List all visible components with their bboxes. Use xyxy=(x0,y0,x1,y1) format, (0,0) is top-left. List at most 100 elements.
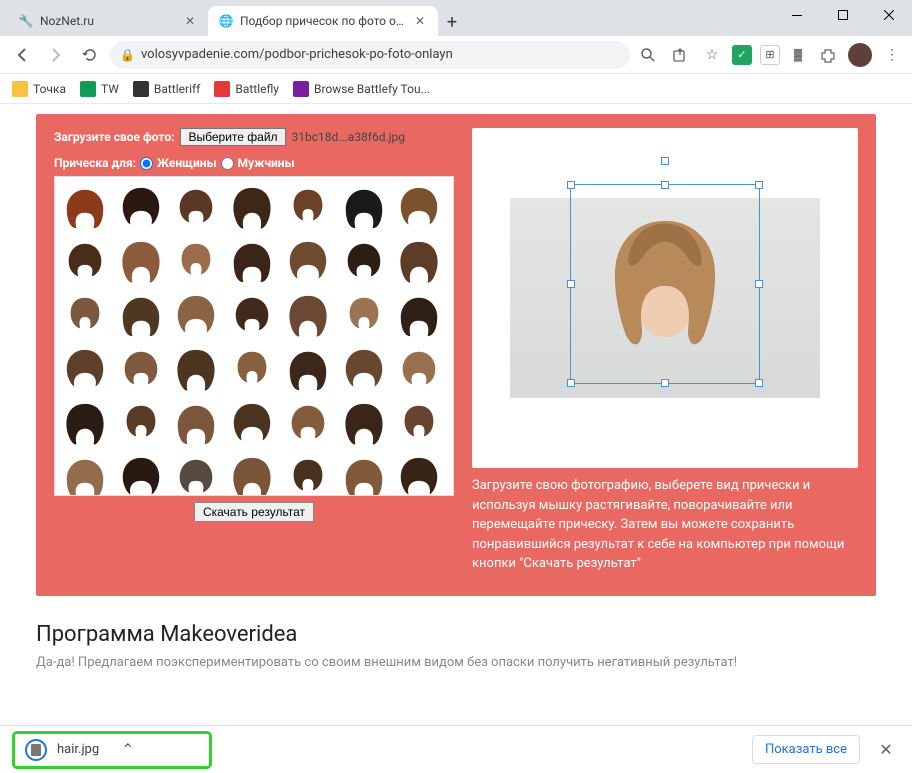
extension-icon[interactable]: ✓ xyxy=(732,45,752,65)
hairstyle-option[interactable] xyxy=(117,237,165,287)
close-window-button[interactable] xyxy=(866,0,912,30)
hairstyle-option[interactable] xyxy=(395,399,443,449)
hairstyle-option[interactable] xyxy=(395,345,443,395)
bookmark-item[interactable]: Battlefly xyxy=(214,81,279,97)
hairstyle-option[interactable] xyxy=(284,453,332,495)
hairstyle-option[interactable] xyxy=(117,453,165,495)
hairstyle-option[interactable] xyxy=(61,237,109,287)
hairstyle-option[interactable] xyxy=(61,453,109,495)
hairstyle-option[interactable] xyxy=(395,453,443,495)
share-icon[interactable] xyxy=(668,43,692,67)
hairstyle-option[interactable] xyxy=(172,453,220,495)
extension-icon[interactable]: ⊞ xyxy=(760,45,780,65)
download-result-button[interactable]: Скачать результат xyxy=(194,502,314,522)
lock-icon: 🔒 xyxy=(120,48,135,62)
hairstyle-option[interactable] xyxy=(61,399,109,449)
menu-icon[interactable]: ⋮ xyxy=(880,43,904,67)
new-tab-button[interactable]: + xyxy=(438,8,466,36)
resize-handle[interactable] xyxy=(567,181,575,189)
hairstyle-option[interactable] xyxy=(284,183,332,233)
hairstyle-option[interactable] xyxy=(284,237,332,287)
hairstyle-option[interactable] xyxy=(395,237,443,287)
resize-handle[interactable] xyxy=(661,181,669,189)
download-filename: hair.jpg xyxy=(57,742,99,757)
hairstyle-option[interactable] xyxy=(340,453,388,495)
show-all-downloads-button[interactable]: Показать все xyxy=(752,735,860,764)
extension-icon[interactable]: ▓ xyxy=(788,45,808,65)
tab-title: Подбор причесок по фото онла xyxy=(240,14,406,28)
resize-handle[interactable] xyxy=(567,379,575,387)
download-item[interactable]: hair.jpg ⌃ xyxy=(12,731,212,769)
forward-button[interactable] xyxy=(42,41,70,69)
close-icon[interactable]: ✕ xyxy=(182,13,198,29)
bookmark-item[interactable]: Точка xyxy=(12,81,66,97)
hairstyle-option[interactable] xyxy=(340,399,388,449)
hairstyle-option[interactable] xyxy=(228,183,276,233)
hairstyle-option[interactable] xyxy=(61,345,109,395)
hairstyle-option[interactable] xyxy=(172,183,220,233)
hairstyle-option[interactable] xyxy=(395,291,443,341)
bookmark-icon xyxy=(80,81,96,97)
teaser-text: Да-да! Предлагаем поэкспериментировать с… xyxy=(36,655,876,670)
resize-handle[interactable] xyxy=(755,379,763,387)
extensions-icon[interactable] xyxy=(816,43,840,67)
resize-handle[interactable] xyxy=(661,379,669,387)
maximize-button[interactable] xyxy=(820,0,866,30)
window-controls xyxy=(774,0,912,30)
hairstyle-option[interactable] xyxy=(340,345,388,395)
hairstyle-option[interactable] xyxy=(117,399,165,449)
selection-box[interactable] xyxy=(570,184,760,384)
close-icon[interactable]: ✕ xyxy=(412,13,428,29)
hairstyle-option[interactable] xyxy=(228,291,276,341)
bookmark-item[interactable]: TW xyxy=(80,81,119,97)
hairstyle-option[interactable] xyxy=(228,453,276,495)
hairstyle-option[interactable] xyxy=(340,183,388,233)
hairstyle-option[interactable] xyxy=(172,291,220,341)
choose-file-button[interactable]: Выберите файл xyxy=(180,128,285,146)
profile-avatar[interactable] xyxy=(848,43,872,67)
hairstyle-option[interactable] xyxy=(228,345,276,395)
hairstyle-option[interactable] xyxy=(172,345,220,395)
tab-title: NozNet.ru xyxy=(40,14,176,28)
gender-male-radio[interactable] xyxy=(221,157,234,170)
hairstyle-option[interactable] xyxy=(61,291,109,341)
hairstyle-option[interactable] xyxy=(172,399,220,449)
browser-tab-active[interactable]: 🌐 Подбор причесок по фото онла ✕ xyxy=(208,6,438,36)
bookmark-item[interactable]: Battleriff xyxy=(133,81,200,97)
file-name-label: 31bc18d...a38f6d.jpg xyxy=(292,130,405,144)
close-shelf-button[interactable]: ✕ xyxy=(872,736,900,764)
bookmark-item[interactable]: Browse Battlefy Tou... xyxy=(293,81,430,97)
reload-button[interactable] xyxy=(76,41,104,69)
hairstyle-option[interactable] xyxy=(117,345,165,395)
resize-handle[interactable] xyxy=(755,280,763,288)
hairstyle-option[interactable] xyxy=(228,399,276,449)
hairstyle-option[interactable] xyxy=(284,399,332,449)
bookmark-label: TW xyxy=(101,82,119,96)
preview-canvas[interactable] xyxy=(472,128,858,468)
hairstyle-grid[interactable] xyxy=(55,177,453,495)
url-input[interactable]: 🔒 volosyvpadenie.com/podbor-prichesok-po… xyxy=(110,41,630,69)
hairstyle-option[interactable] xyxy=(172,237,220,287)
hairstyle-option[interactable] xyxy=(61,183,109,233)
globe-icon: 🌐 xyxy=(218,13,234,29)
hairstyle-option[interactable] xyxy=(228,237,276,287)
hairstyle-option[interactable] xyxy=(340,237,388,287)
star-icon[interactable]: ☆ xyxy=(700,43,724,67)
hairstyle-option[interactable] xyxy=(340,291,388,341)
hairstyle-option[interactable] xyxy=(117,291,165,341)
hairstyle-option[interactable] xyxy=(117,183,165,233)
page-content: Загрузите свое фото: Выберите файл 31bc1… xyxy=(0,104,912,725)
browser-tab[interactable]: 🔧 NozNet.ru ✕ xyxy=(8,6,208,36)
gender-female-radio[interactable] xyxy=(140,157,153,170)
resize-handle[interactable] xyxy=(567,280,575,288)
hairstyle-option[interactable] xyxy=(284,345,332,395)
hairstyle-option[interactable] xyxy=(395,183,443,233)
hairstyle-option[interactable] xyxy=(284,291,332,341)
rotate-handle[interactable] xyxy=(661,157,669,165)
wrench-icon: 🔧 xyxy=(18,13,34,29)
search-icon[interactable] xyxy=(636,43,660,67)
resize-handle[interactable] xyxy=(755,181,763,189)
back-button[interactable] xyxy=(8,41,36,69)
chevron-up-icon[interactable]: ⌃ xyxy=(121,740,134,759)
minimize-button[interactable] xyxy=(774,0,820,30)
